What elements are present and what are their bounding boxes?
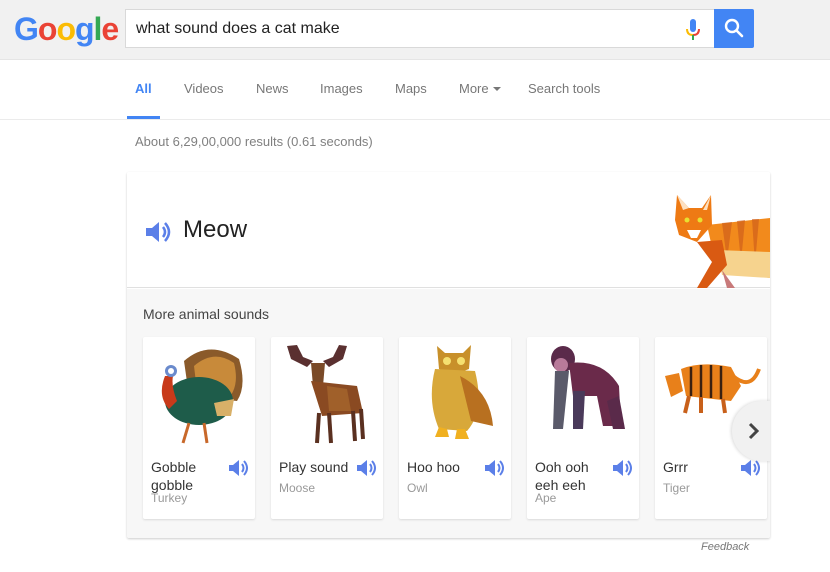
speaker-icon[interactable] bbox=[357, 459, 377, 477]
animal-card-owl[interactable]: Hoo hoo Owl bbox=[399, 337, 511, 519]
animal-sound-text: Ooh ooh eeh eeh bbox=[535, 459, 589, 493]
owl-illustration bbox=[431, 345, 493, 439]
animal-sound-card: Meow More animal sounds Gobble gobble Tu… bbox=[127, 172, 770, 538]
tab-more[interactable]: More bbox=[459, 81, 501, 96]
speaker-icon[interactable] bbox=[229, 459, 249, 477]
active-tab-indicator bbox=[127, 116, 160, 119]
logo-letter: g bbox=[74, 11, 95, 47]
more-animal-sounds-heading: More animal sounds bbox=[143, 306, 270, 322]
tab-images[interactable]: Images bbox=[320, 81, 363, 96]
speaker-icon[interactable] bbox=[613, 459, 633, 477]
google-logo[interactable]: Google bbox=[14, 11, 119, 48]
animal-card-turkey[interactable]: Gobble gobble Turkey bbox=[143, 337, 255, 519]
logo-letter: o bbox=[37, 11, 58, 47]
animal-sound-text: Grrr bbox=[663, 459, 688, 475]
animal-name: Owl bbox=[407, 481, 428, 495]
cat-illustration bbox=[675, 195, 770, 288]
animal-sound-text: Play sound bbox=[279, 459, 349, 475]
more-animals-section: More animal sounds Gobble gobble Turkey bbox=[127, 289, 770, 538]
logo-letter: o bbox=[56, 11, 76, 47]
turkey-illustration bbox=[161, 349, 243, 444]
ape-illustration bbox=[551, 346, 625, 429]
animal-name: Moose bbox=[279, 481, 316, 495]
answer-sound: Meow bbox=[183, 216, 248, 243]
animal-name: Turkey bbox=[151, 491, 188, 505]
logo-letter: G bbox=[14, 11, 39, 47]
logo-letter: l bbox=[93, 11, 103, 47]
search-input[interactable] bbox=[136, 10, 676, 47]
search-box bbox=[125, 9, 715, 48]
animal-sound-text: Hoo hoo bbox=[407, 459, 460, 475]
chevron-right-icon bbox=[748, 422, 760, 440]
magnifier-icon bbox=[724, 18, 744, 38]
animal-card-moose[interactable]: Play sound Moose bbox=[271, 337, 383, 519]
tab-news[interactable]: News bbox=[256, 81, 289, 96]
speaker-icon[interactable] bbox=[485, 459, 505, 477]
tab-maps[interactable]: Maps bbox=[395, 81, 427, 96]
tab-videos[interactable]: Videos bbox=[184, 81, 224, 96]
animal-card-ape[interactable]: Ooh ooh eeh eeh Ape bbox=[527, 337, 639, 519]
logo-letter: e bbox=[101, 11, 119, 47]
tab-search-tools[interactable]: Search tools bbox=[528, 81, 600, 96]
feedback-link[interactable]: Feedback bbox=[701, 541, 749, 553]
speaker-icon[interactable] bbox=[146, 220, 172, 244]
tab-more-label: More bbox=[459, 81, 489, 96]
animal-sound-text: Gobble gobble bbox=[151, 459, 197, 493]
search-tabs: All Videos News Images Maps More Search … bbox=[0, 60, 830, 120]
tab-all[interactable]: All bbox=[135, 81, 152, 96]
animal-name: Tiger bbox=[663, 481, 690, 495]
caret-down-icon bbox=[492, 87, 501, 91]
search-button[interactable] bbox=[714, 9, 754, 48]
header-bar: Google bbox=[0, 0, 830, 60]
main-answer: Meow bbox=[127, 172, 770, 288]
moose-illustration bbox=[287, 345, 365, 444]
animal-name: Ape bbox=[535, 491, 557, 505]
result-stats: About 6,29,00,000 results (0.61 seconds) bbox=[135, 134, 373, 149]
speaker-icon[interactable] bbox=[741, 459, 761, 477]
microphone-icon[interactable] bbox=[685, 19, 701, 41]
